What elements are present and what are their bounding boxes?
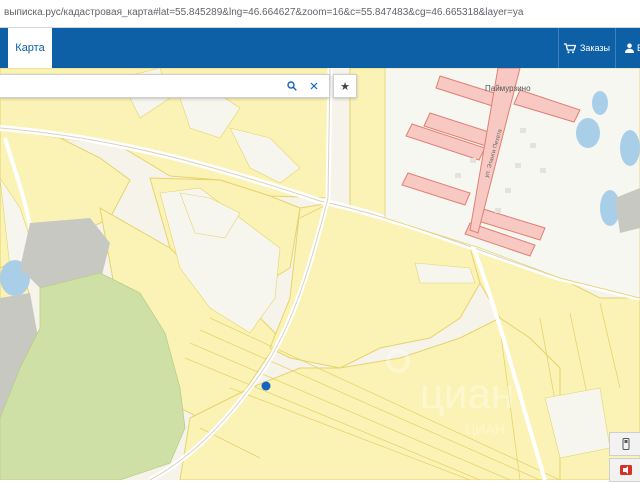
print-button[interactable] <box>609 432 640 456</box>
user-icon <box>625 43 634 53</box>
url-text[interactable]: выписка.рус/кадастровая_карта#lat=55.845… <box>4 7 523 18</box>
printer-icon <box>622 438 629 450</box>
map-canvas[interactable]: Паймурзино ул. Этанги Пехета циан ЦИАН <box>0 68 640 480</box>
cart-icon <box>563 42 576 53</box>
layers-button[interactable] <box>609 458 640 482</box>
search-input[interactable] <box>4 77 278 95</box>
favorites-button[interactable]: ★ <box>333 74 357 98</box>
cadastral-map[interactable]: Паймурзино ул. Этанги Пехета циан ЦИАН <box>0 68 640 480</box>
clear-button[interactable] <box>305 77 323 95</box>
orders-button[interactable]: Заказы <box>558 28 615 68</box>
watermark-text: циан <box>420 370 514 417</box>
location-marker[interactable] <box>261 381 271 391</box>
search-icon <box>287 81 297 91</box>
top-navbar <box>0 28 640 68</box>
village-label: Паймурзино <box>485 84 531 93</box>
user-button[interactable]: В <box>615 28 640 68</box>
browser-url-bar[interactable]: выписка.рус/кадастровая_карта#lat=55.845… <box>0 0 640 28</box>
star-icon: ★ <box>340 80 350 93</box>
orders-label: Заказы <box>579 43 611 53</box>
tab-map[interactable]: Карта <box>8 28 52 68</box>
close-icon <box>310 82 318 90</box>
search-button[interactable] <box>283 77 301 95</box>
watermark-subtext: ЦИАН <box>465 421 505 437</box>
search-box <box>0 74 330 98</box>
layers-icon <box>619 465 632 475</box>
